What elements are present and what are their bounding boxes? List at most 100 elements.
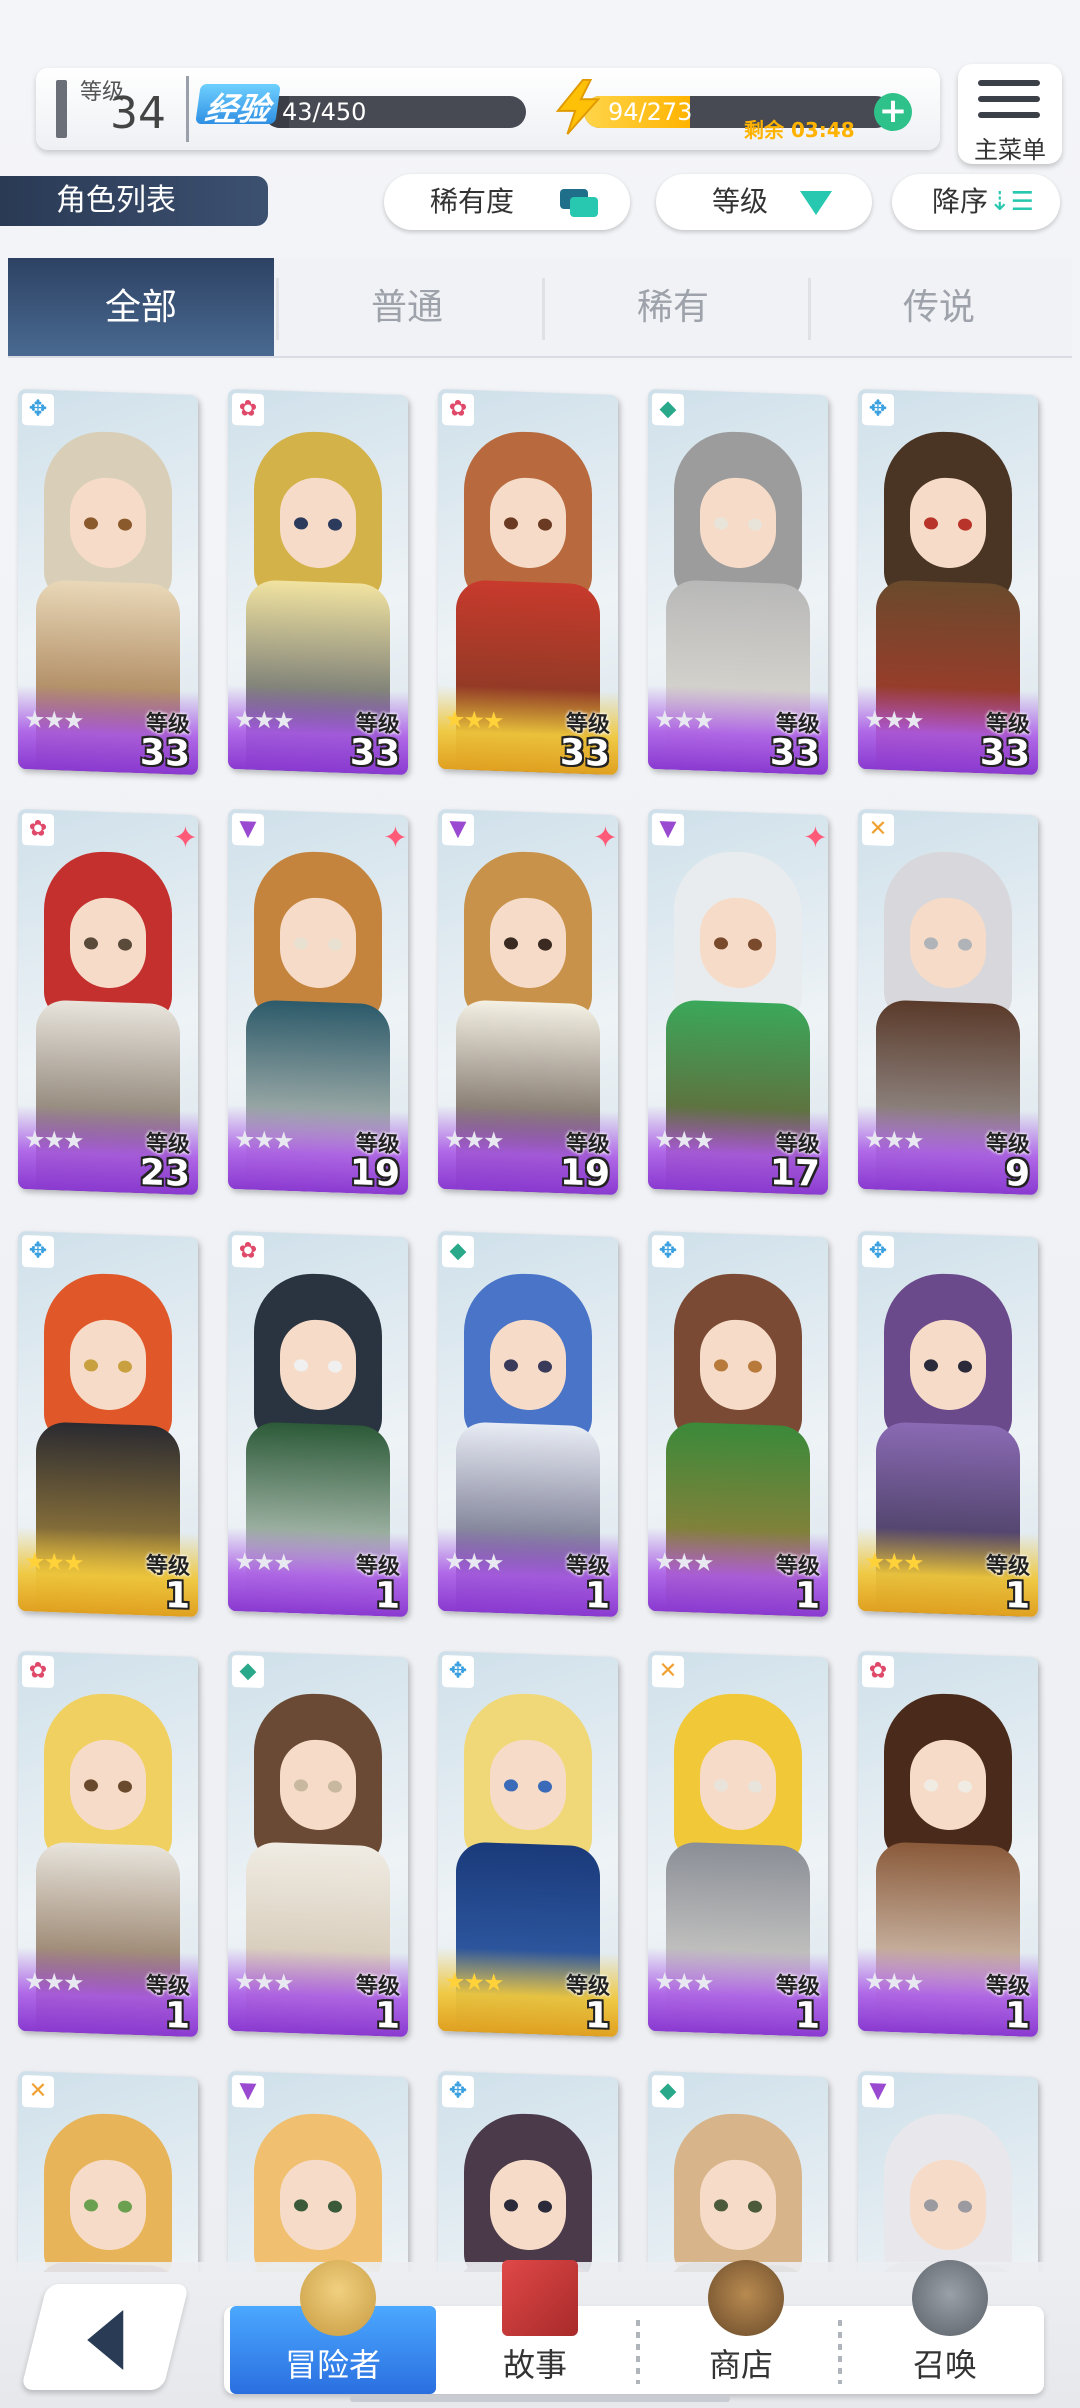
character-card[interactable]: ▼ ✦ ★★★ 等级 17: [648, 808, 828, 1196]
nav-story-label: 故事: [502, 2346, 567, 2384]
star-rating: ★★★: [24, 705, 83, 736]
tab-all[interactable]: 全部: [8, 258, 274, 358]
character-card[interactable]: ▼: [858, 2070, 1038, 2272]
character-card[interactable]: ◆ ★★★ 等级 33: [648, 388, 828, 776]
light-element-icon: ✕: [862, 812, 894, 847]
star-rating: ★★★: [444, 1547, 503, 1578]
nav-summon[interactable]: 召唤: [842, 2260, 1048, 2394]
rarity-tabs: 全部 普通 稀有 传说: [8, 258, 1072, 358]
earth-element-icon: ◆: [442, 1234, 474, 1269]
character-card[interactable]: ✿ ★★★ 等级 1: [858, 1650, 1038, 2038]
card-footer: ★★★ 等级 33: [18, 684, 198, 776]
tabs-underline: [8, 356, 1072, 358]
main-menu-label: 主菜单: [974, 136, 1046, 164]
character-list-title: 角色列表: [0, 176, 268, 226]
fire-element-icon: ✿: [442, 392, 474, 427]
card-level-value: 19: [559, 1152, 610, 1195]
light-element-icon: ✕: [22, 2074, 54, 2109]
card-level-value: 19: [349, 1152, 400, 1195]
tab-rare[interactable]: 稀有: [540, 258, 806, 358]
rarity-filter-button[interactable]: 稀有度: [384, 174, 630, 230]
sparkle-icon: ✦: [592, 820, 618, 857]
character-card[interactable]: ✕ ★★★ 等级 1: [648, 1650, 828, 2038]
fire-element-icon: ✿: [232, 1234, 264, 1269]
character-card[interactable]: ◆ ★★★ 等级 1: [228, 1650, 408, 2038]
character-card[interactable]: ✕ ★★★ 等级 9: [858, 808, 1038, 1196]
character-card[interactable]: ✥ ★★★ 等级 1: [438, 1650, 618, 2038]
main-menu-button[interactable]: 主菜单: [958, 64, 1062, 164]
character-card[interactable]: ✿ ★★★ 等级 33: [438, 388, 618, 776]
star-rating: ★★★: [444, 1967, 503, 1998]
card-level-value: 33: [769, 732, 820, 775]
star-rating: ★★★: [234, 1547, 293, 1578]
shop-bag-icon: [708, 2260, 784, 2336]
character-card[interactable]: ✿ ✦ ★★★ 等级 23: [18, 808, 198, 1196]
back-arrow-icon: [87, 2310, 124, 2370]
character-card[interactable]: ✿ ★★★ 等级 1: [18, 1650, 198, 2038]
wind-element-icon: ✥: [22, 1234, 54, 1269]
card-footer: ★★★ 等级 19: [438, 1104, 618, 1196]
character-card[interactable]: ✥ ★★★ 等级 1: [858, 1230, 1038, 1618]
card-level-value: 23: [139, 1152, 190, 1195]
sort-order-button[interactable]: 降序 ⇣☰: [892, 174, 1060, 230]
sort-descending-icon: ⇣☰: [988, 187, 1034, 217]
card-footer: ★★★ 等级 1: [648, 1526, 828, 1618]
nav-shop[interactable]: 商店: [638, 2260, 844, 2394]
card-level-value: 1: [1004, 1574, 1030, 1617]
tab-legendary[interactable]: 传说: [806, 258, 1072, 358]
star-rating: ★★★: [654, 1967, 713, 1998]
card-level-value: 33: [979, 732, 1030, 775]
card-footer: ★★★ 等级 1: [858, 1526, 1038, 1618]
character-card[interactable]: ▼: [228, 2070, 408, 2272]
character-card[interactable]: ◆: [648, 2070, 828, 2272]
dark-element-icon: ▼: [652, 812, 684, 847]
dark-element-icon: ▼: [232, 812, 264, 847]
nav-adventurers[interactable]: 冒险者: [230, 2260, 436, 2394]
card-level-value: 9: [1004, 1152, 1030, 1195]
character-card[interactable]: ▼ ✦ ★★★ 等级 19: [438, 808, 618, 1196]
lightning-icon: [555, 78, 601, 135]
card-footer: ★★★ 等级 1: [858, 1946, 1038, 2038]
card-level-value: 33: [559, 732, 610, 775]
card-footer: ★★★ 等级 17: [648, 1104, 828, 1196]
wind-element-icon: ✥: [442, 1654, 474, 1689]
star-rating: ★★★: [24, 1547, 83, 1578]
sort-order-label: 降序: [932, 185, 989, 218]
card-level-value: 17: [769, 1152, 820, 1195]
level-filter-label: 等级: [712, 185, 769, 218]
card-level-value: 33: [349, 732, 400, 775]
level-filter-button[interactable]: 等级: [656, 174, 872, 230]
character-card[interactable]: ▼ ✦ ★★★ 等级 19: [228, 808, 408, 1196]
card-footer: ★★★ 等级 1: [228, 1526, 408, 1618]
character-grid: ✥ ★★★ 等级 33 ✿ ★★★ 等级 33 ✿ ★★★ 等级 33 ◆ ★★★ 等级 33 ✥ ★★★ 等级 33…: [0, 372, 1080, 2272]
nav-story[interactable]: 故事: [432, 2260, 638, 2394]
card-level-value: 1: [374, 1994, 400, 2037]
character-card[interactable]: ✿ ★★★ 等级 1: [228, 1230, 408, 1618]
earth-element-icon: ◆: [652, 392, 684, 427]
nav-shop-label: 商店: [708, 2346, 773, 2384]
back-button[interactable]: [20, 2284, 190, 2390]
add-stamina-button[interactable]: +: [874, 93, 912, 131]
character-card[interactable]: ✿ ★★★ 等级 33: [228, 388, 408, 776]
sparkle-icon: ✦: [172, 820, 198, 857]
star-rating: ★★★: [864, 1125, 923, 1156]
character-card[interactable]: ✥ ★★★ 等级 33: [18, 388, 198, 776]
dark-element-icon: ▼: [232, 2074, 264, 2109]
star-rating: ★★★: [24, 1125, 83, 1156]
card-footer: ★★★ 等级 23: [18, 1104, 198, 1196]
star-rating: ★★★: [444, 1125, 503, 1156]
card-level-value: 1: [794, 1994, 820, 2037]
character-card[interactable]: ✥ ★★★ 等级 33: [858, 388, 1038, 776]
stamina-remaining: 剩余 03:48: [744, 118, 855, 142]
card-level-value: 1: [584, 1574, 610, 1617]
sparkle-icon: ✦: [802, 820, 828, 857]
character-card[interactable]: ✥ ★★★ 等级 1: [648, 1230, 828, 1618]
character-card[interactable]: ✥: [438, 2070, 618, 2272]
wind-element-icon: ✥: [862, 1234, 894, 1269]
tab-common[interactable]: 普通: [274, 258, 540, 358]
character-card[interactable]: ◆ ★★★ 等级 1: [438, 1230, 618, 1618]
character-card[interactable]: ✥ ★★★ 等级 1: [18, 1230, 198, 1618]
star-rating: ★★★: [234, 1967, 293, 1998]
xp-badge: 经验: [195, 84, 281, 128]
character-card[interactable]: ✕: [18, 2070, 198, 2272]
